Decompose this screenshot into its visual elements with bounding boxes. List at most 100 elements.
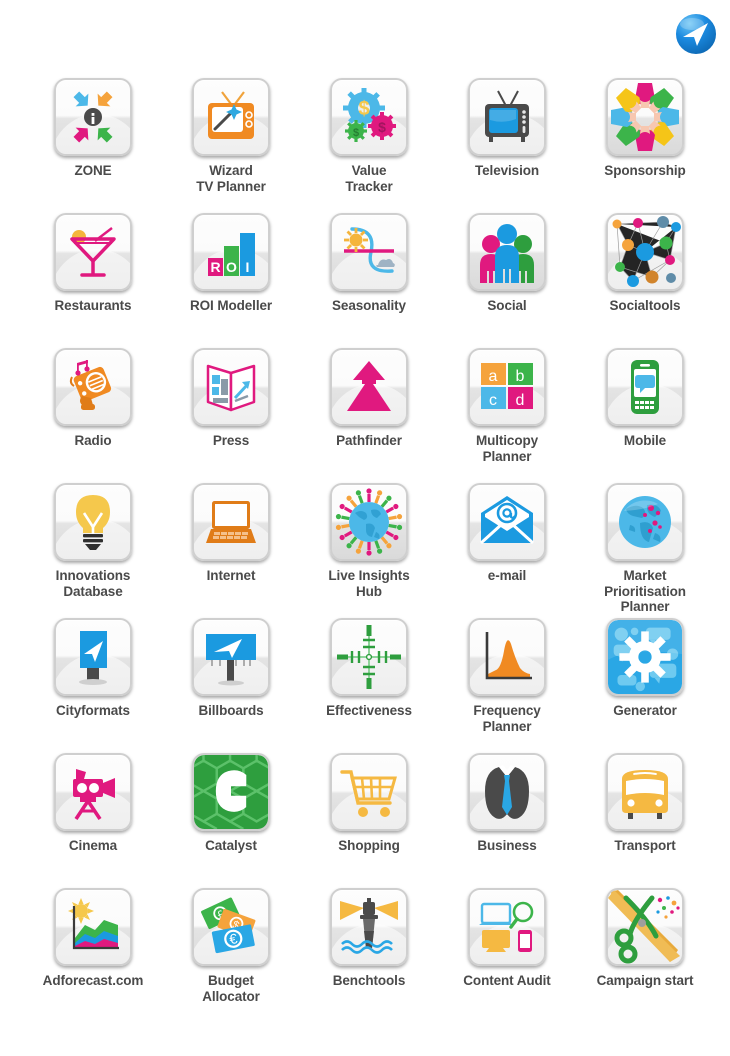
grid-item-shopping[interactable]: Shopping bbox=[300, 753, 438, 888]
grid-item-effectiveness[interactable]: Effectiveness bbox=[300, 618, 438, 753]
grid-item-pathfinder[interactable]: Pathfinder bbox=[300, 348, 438, 483]
mobile-phone-icon[interactable] bbox=[606, 348, 684, 426]
grid-item-seasonality[interactable]: Seasonality bbox=[300, 213, 438, 348]
shopping-cart-icon[interactable] bbox=[330, 753, 408, 831]
sponsorship-hands-icon[interactable] bbox=[606, 78, 684, 156]
grid-item-label: Mobile bbox=[623, 433, 667, 448]
laptop-icon[interactable] bbox=[192, 483, 270, 561]
grid-item-label: Innovations Database bbox=[55, 568, 131, 599]
grid-item-label: Internet bbox=[206, 568, 256, 583]
grid-item-label: Frequency Planner bbox=[473, 703, 541, 734]
content-audit-icon[interactable] bbox=[468, 888, 546, 966]
grid-item-transport[interactable]: Transport bbox=[576, 753, 714, 888]
radio-icon[interactable] bbox=[54, 348, 132, 426]
live-insights-globe-icon[interactable] bbox=[330, 483, 408, 561]
crosshair-target-icon[interactable] bbox=[330, 618, 408, 696]
roi-bars-icon[interactable]: R O I bbox=[192, 213, 270, 291]
multicopy-quadrants-icon[interactable]: a b c d bbox=[468, 348, 546, 426]
grid-item-label: Seasonality bbox=[332, 298, 406, 313]
grid-item-content-audit[interactable]: Content Audit bbox=[438, 888, 576, 1023]
scissors-ribbon-icon[interactable] bbox=[606, 888, 684, 966]
grid-item-label: Billboards bbox=[198, 703, 264, 718]
grid-item-social[interactable]: Social bbox=[438, 213, 576, 348]
grid-item-value-tracker[interactable]: $ $ $ Value Tracker bbox=[300, 78, 438, 213]
grid-item-label: e-mail bbox=[487, 568, 527, 583]
grid-item-zone[interactable]: ZONE bbox=[24, 78, 162, 213]
cityformat-panel-icon[interactable] bbox=[54, 618, 132, 696]
grid-item-wizard-tv-planner[interactable]: Wizard TV Planner bbox=[162, 78, 300, 213]
grid-item-frequency-planner[interactable]: Frequency Planner bbox=[438, 618, 576, 753]
cocktail-glass-icon[interactable] bbox=[54, 213, 132, 291]
grid-item-sponsorship[interactable]: Sponsorship bbox=[576, 78, 714, 213]
svg-text:c: c bbox=[489, 392, 497, 409]
grid-item-label: Value Tracker bbox=[345, 163, 393, 194]
grid-item-television[interactable]: Television bbox=[438, 78, 576, 213]
grid-item-label: Cityformats bbox=[56, 703, 130, 718]
grid-item-billboards[interactable]: Billboards bbox=[162, 618, 300, 753]
grid-item-radio[interactable]: Radio bbox=[24, 348, 162, 483]
grid-item-label: ROI Modeller bbox=[189, 298, 273, 313]
grid-item-label: ZONE bbox=[74, 163, 112, 178]
budget-banknotes-icon[interactable]: £ $ € bbox=[192, 888, 270, 966]
grid-item-label: Pathfinder bbox=[336, 433, 402, 448]
email-envelope-icon[interactable] bbox=[468, 483, 546, 561]
bus-icon[interactable] bbox=[606, 753, 684, 831]
grid-item-label: Benchtools bbox=[332, 973, 406, 988]
svg-text:$: $ bbox=[353, 127, 359, 139]
grid-item-press[interactable]: Press bbox=[162, 348, 300, 483]
grid-item-label: Sponsorship bbox=[604, 163, 686, 178]
svg-text:d: d bbox=[516, 392, 525, 409]
generator-gear-icon[interactable] bbox=[606, 618, 684, 696]
lightbulb-icon[interactable] bbox=[54, 483, 132, 561]
social-people-icon[interactable] bbox=[468, 213, 546, 291]
catalyst-c-icon[interactable] bbox=[192, 753, 270, 831]
grid-item-cinema[interactable]: Cinema bbox=[24, 753, 162, 888]
svg-text:O: O bbox=[226, 259, 237, 275]
grid-item-budget-allocator[interactable]: £ $ € Budget Allocator bbox=[162, 888, 300, 1023]
world-globe-icon[interactable] bbox=[606, 483, 684, 561]
grid-item-generator[interactable]: Generator bbox=[576, 618, 714, 753]
grid-item-benchtools[interactable]: Benchtools bbox=[300, 888, 438, 1023]
zone-arrows-icon[interactable] bbox=[54, 78, 132, 156]
grid-item-label: Business bbox=[477, 838, 537, 853]
value-gears-icon[interactable]: $ $ $ bbox=[330, 78, 408, 156]
pathfinder-arrow-icon[interactable] bbox=[330, 348, 408, 426]
grid-item-label: Generator bbox=[613, 703, 677, 718]
grid-item-business[interactable]: Business bbox=[438, 753, 576, 888]
grid-item-mobile[interactable]: Mobile bbox=[576, 348, 714, 483]
television-icon[interactable] bbox=[468, 78, 546, 156]
grid-item-campaign-start[interactable]: Campaign start bbox=[576, 888, 714, 1023]
grid-item-label: Television bbox=[474, 163, 540, 178]
network-graph-icon[interactable] bbox=[606, 213, 684, 291]
grid-item-catalyst[interactable]: Catalyst bbox=[162, 753, 300, 888]
grid-item-label: Transport bbox=[614, 838, 676, 853]
svg-text:$: $ bbox=[378, 119, 386, 135]
grid-item-restaurants[interactable]: Restaurants bbox=[24, 213, 162, 348]
grid-item-socialtools[interactable]: Socialtools bbox=[576, 213, 714, 348]
billboard-icon[interactable] bbox=[192, 618, 270, 696]
svg-text:$: $ bbox=[358, 98, 369, 120]
grid-item-label: Press bbox=[212, 433, 250, 448]
press-newspaper-icon[interactable] bbox=[192, 348, 270, 426]
frequency-chart-icon[interactable] bbox=[468, 618, 546, 696]
business-suit-icon[interactable] bbox=[468, 753, 546, 831]
wizard-tv-icon[interactable] bbox=[192, 78, 270, 156]
seasonality-curve-icon[interactable] bbox=[330, 213, 408, 291]
grid-item-innovations-database[interactable]: Innovations Database bbox=[24, 483, 162, 618]
grid-item-market-prioritisation-planner[interactable]: Market Prioritisation Planner bbox=[576, 483, 714, 618]
grid-item-email[interactable]: e-mail bbox=[438, 483, 576, 618]
grid-item-label: Live Insights Hub bbox=[328, 568, 410, 599]
movie-camera-icon[interactable] bbox=[54, 753, 132, 831]
adforecast-chart-icon[interactable] bbox=[54, 888, 132, 966]
company-logo[interactable] bbox=[672, 10, 720, 58]
grid-item-label: Socialtools bbox=[609, 298, 681, 313]
grid-item-roi-modeller[interactable]: R O I ROI Modeller bbox=[162, 213, 300, 348]
lighthouse-icon[interactable] bbox=[330, 888, 408, 966]
grid-item-internet[interactable]: Internet bbox=[162, 483, 300, 618]
grid-item-live-insights-hub[interactable]: Live Insights Hub bbox=[300, 483, 438, 618]
grid-item-cityformats[interactable]: Cityformats bbox=[24, 618, 162, 753]
svg-text:b: b bbox=[516, 368, 525, 385]
grid-item-multicopy-planner[interactable]: a b c d Multicopy Planner bbox=[438, 348, 576, 483]
grid-item-adforecast[interactable]: Adforecast.com bbox=[24, 888, 162, 1023]
grid-item-label: Market Prioritisation Planner bbox=[604, 568, 686, 615]
